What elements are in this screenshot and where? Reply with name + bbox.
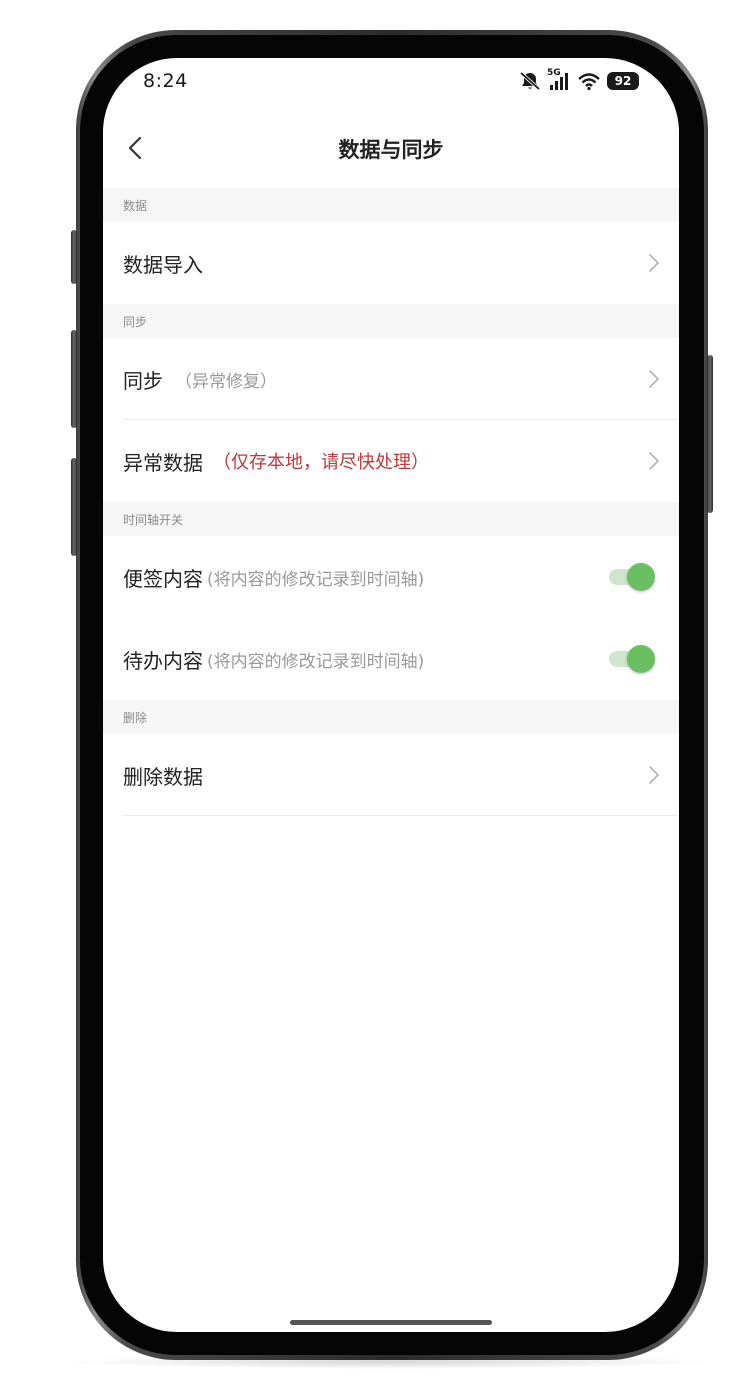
battery-icon: 92 (607, 72, 639, 90)
notes-timeline-label: 便签内容 (123, 566, 203, 591)
section-header-sync: 同步 (103, 304, 679, 338)
status-time: 8:24 (143, 70, 188, 92)
section-header-data: 数据 (103, 188, 679, 222)
home-indicator[interactable] (290, 1320, 492, 1325)
wifi-icon (578, 73, 600, 91)
mute-switch (71, 230, 77, 284)
section-header-delete: 删除 (103, 700, 679, 734)
toggle-knob (627, 645, 655, 673)
data-import-label: 数据导入 (123, 252, 203, 277)
sync-row[interactable]: 同步 （异常修复） (103, 338, 679, 420)
notes-timeline-row: 便签内容 (将内容的修改记录到时间轴) (103, 536, 679, 618)
delete-data-label: 删除数据 (123, 764, 203, 789)
data-import-row[interactable]: 数据导入 (103, 222, 679, 304)
abnormal-data-label: 异常数据 (123, 450, 203, 475)
todo-timeline-label: 待办内容 (123, 648, 203, 673)
section-header-label: 数据 (123, 198, 148, 213)
mute-icon (519, 71, 541, 91)
sync-hint: （异常修复） (175, 371, 277, 392)
status-icons: 5G 92 (519, 68, 639, 92)
volume-down-button (71, 458, 77, 556)
todo-timeline-toggle[interactable] (609, 644, 655, 674)
todo-timeline-hint: (将内容的修改记录到时间轴) (207, 651, 425, 672)
delete-data-row[interactable]: 删除数据 (103, 734, 679, 816)
abnormal-data-row[interactable]: 异常数据 （仅存本地，请尽快处理） (103, 420, 679, 502)
chevron-right-icon (649, 254, 659, 272)
sync-label: 同步 (123, 368, 163, 393)
section-header-label: 删除 (123, 710, 148, 725)
section-header-timeline: 时间轴开关 (103, 502, 679, 536)
signal-icon: 5G (547, 68, 571, 91)
notes-timeline-toggle[interactable] (609, 562, 655, 592)
toggle-knob (627, 563, 655, 591)
battery-level: 92 (614, 74, 632, 88)
volume-up-button (71, 330, 77, 428)
notes-timeline-hint: (将内容的修改记录到时间轴) (207, 569, 425, 590)
page-title: 数据与同步 (338, 138, 444, 162)
section-header-label: 时间轴开关 (123, 512, 184, 527)
chevron-right-icon (649, 452, 659, 470)
power-button (707, 355, 713, 513)
abnormal-data-hint: （仅存本地，请尽快处理） (213, 452, 429, 473)
phone-screen: 8:24 5G 92 数据与同步 数据 数据导入 同步 同步 （异常修复） 异常… (103, 58, 679, 1332)
settings-list: 数据 数据导入 同步 同步 （异常修复） 异常数据 （仅存本地，请尽快处理） 时… (103, 188, 679, 816)
chevron-right-icon (649, 370, 659, 388)
chevron-right-icon (649, 766, 659, 784)
section-header-label: 同步 (123, 314, 148, 329)
todo-timeline-row: 待办内容 (将内容的修改记录到时间轴) (103, 618, 679, 700)
